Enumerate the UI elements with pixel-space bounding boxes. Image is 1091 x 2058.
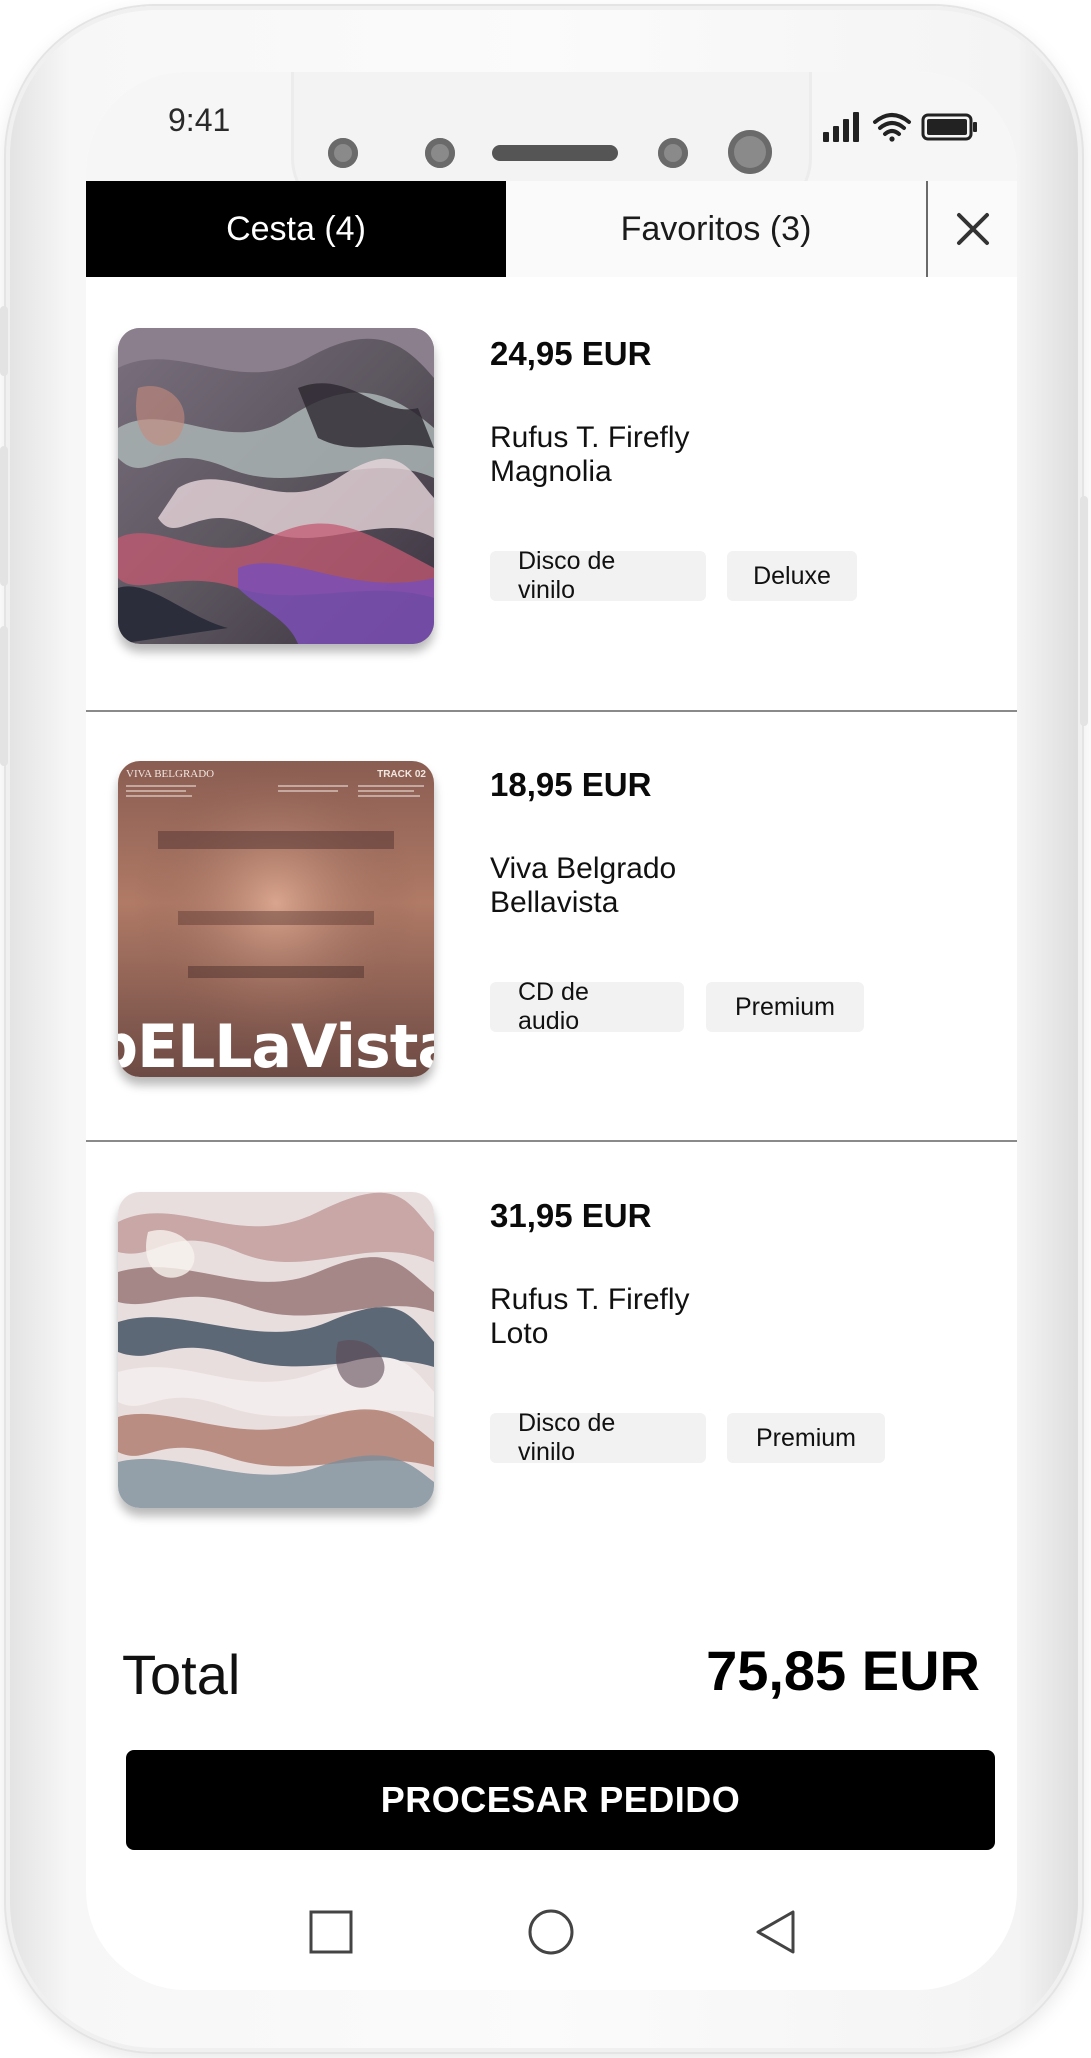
- battery-icon: [921, 113, 977, 141]
- wifi-icon: [873, 113, 911, 142]
- edition-tag: Premium: [706, 982, 864, 1032]
- item-price: 18,95 EUR: [490, 766, 652, 803]
- edition-tag: Premium: [727, 1413, 885, 1463]
- cover-title: bELLaVista: [118, 1012, 434, 1077]
- item-album: Magnolia: [490, 455, 612, 488]
- back-triangle-icon[interactable]: [756, 1910, 795, 1954]
- android-nav-bar: [86, 1872, 1017, 1990]
- format-tag: Disco de vinilo: [490, 1409, 706, 1466]
- phone-frame: 9:41 Cesta (4) Favoritos (3) 24,95 EUR R…: [0, 6, 1088, 2052]
- power-button: [1080, 496, 1088, 726]
- item-artist: Rufus T. Firefly: [490, 421, 690, 454]
- format-tag: CD de audio: [490, 978, 684, 1035]
- item-artist: Rufus T. Firefly: [490, 1283, 690, 1316]
- cart-item: 24,95 EUR Rufus T. Firefly Magnolia Disc…: [86, 277, 1017, 707]
- cart-tabs: Cesta (4) Favoritos (3): [86, 181, 1017, 277]
- close-icon: [956, 213, 989, 245]
- item-price: 31,95 EUR: [490, 1197, 652, 1234]
- screen: 9:41 Cesta (4) Favoritos (3) 24,95 EUR R…: [86, 72, 1017, 1990]
- cover-brand: VIVA BELGRADO: [126, 768, 214, 780]
- album-cover[interactable]: VIVA BELGRADO TRACK 02 bELLaVista: [118, 761, 434, 1077]
- volume-up-button: [0, 446, 8, 586]
- process-order-button[interactable]: PROCESAR PEDIDO: [126, 1750, 995, 1850]
- sensor-dot: [328, 138, 358, 168]
- circle-icon[interactable]: [528, 1909, 574, 1955]
- album-cover[interactable]: [118, 1192, 434, 1508]
- front-camera: [728, 130, 772, 174]
- tab-favoritos[interactable]: Favoritos (3): [506, 181, 926, 277]
- tab-cesta[interactable]: Cesta (4): [86, 181, 506, 277]
- item-album: Loto: [490, 1317, 549, 1350]
- speaker-grill: [492, 145, 618, 161]
- signal-icon: [823, 112, 859, 142]
- item-price: 24,95 EUR: [490, 335, 652, 372]
- item-artist: Viva Belgrado: [490, 852, 677, 885]
- format-tag: Disco de vinilo: [490, 547, 706, 604]
- square-icon[interactable]: [309, 1910, 353, 1954]
- cart-item: 31,95 EUR Rufus T. Firefly Loto Disco de…: [86, 1142, 1017, 1572]
- close-button[interactable]: [928, 181, 1017, 277]
- volume-button: [0, 306, 8, 376]
- sensor-dot: [425, 138, 455, 168]
- status-time: 9:41: [168, 102, 231, 138]
- edition-tag: Deluxe: [727, 551, 857, 601]
- status-icons: [823, 108, 979, 144]
- cart-item: VIVA BELGRADO TRACK 02 bELLaVista 18,95 …: [86, 712, 1017, 1142]
- volume-down-button: [0, 626, 8, 766]
- album-cover[interactable]: [118, 328, 434, 644]
- item-album: Bellavista: [490, 886, 619, 919]
- sensor-dot: [658, 138, 688, 168]
- cover-track: TRACK 02: [377, 769, 426, 780]
- total-value: 75,85 EUR: [706, 1639, 980, 1702]
- total-label: Total: [122, 1643, 241, 1706]
